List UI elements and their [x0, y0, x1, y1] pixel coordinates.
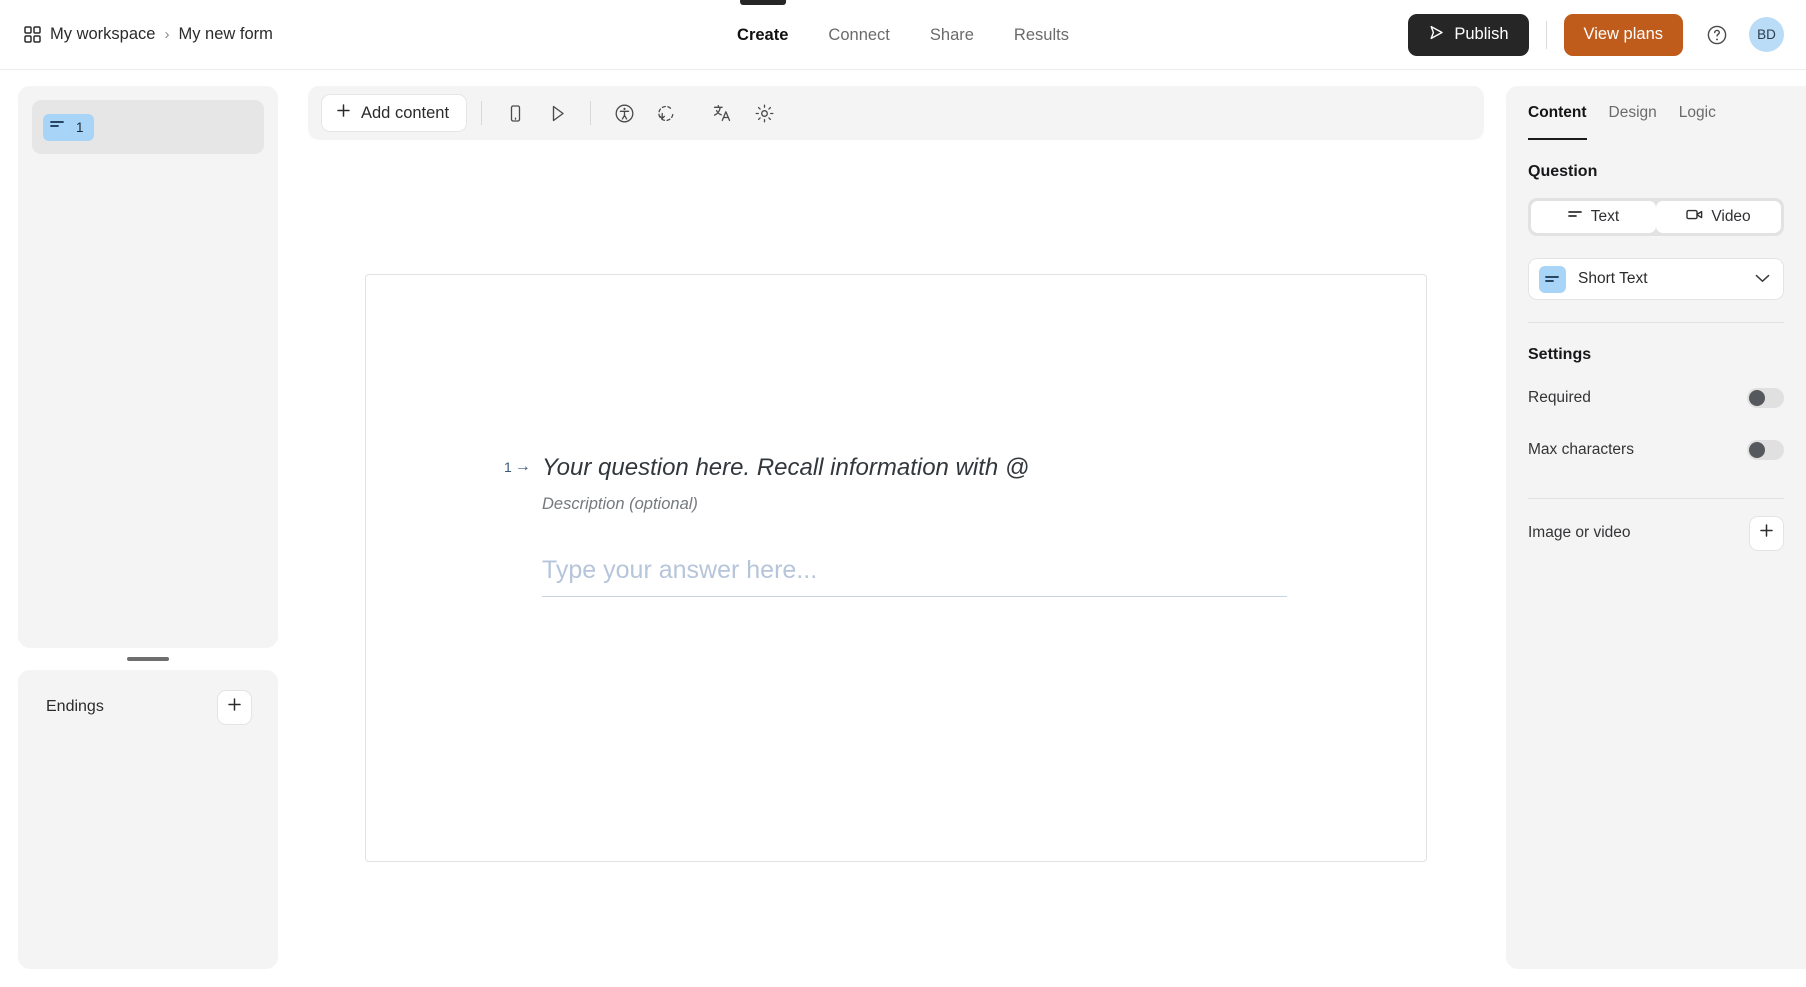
- panel-divider-2: [1528, 498, 1784, 499]
- segment-text[interactable]: Text: [1531, 201, 1656, 233]
- center-canvas-area: Add content: [296, 70, 1506, 987]
- tab-design[interactable]: Design: [1609, 86, 1657, 140]
- form-preview-wrap: 1 → Your question here. Recall informati…: [308, 140, 1484, 987]
- form-preview-card: 1 → Your question here. Recall informati…: [365, 274, 1427, 862]
- question-media-toggle: Text Video: [1528, 198, 1784, 236]
- segment-video[interactable]: Video: [1656, 201, 1781, 233]
- breadcrumb: My workspace › My new form: [0, 25, 273, 44]
- help-circle-icon[interactable]: [1699, 17, 1735, 53]
- app-header: My workspace › My new form Create Connec…: [0, 0, 1806, 70]
- setting-label-max-characters: Max characters: [1528, 441, 1634, 459]
- media-row-label: Image or video: [1528, 524, 1631, 542]
- endings-panel: Endings: [18, 670, 278, 969]
- question-list-item-1[interactable]: 1: [32, 100, 264, 154]
- panel-resize-grip[interactable]: [18, 648, 278, 670]
- tab-content[interactable]: Content: [1528, 86, 1587, 140]
- media-row: Image or video: [1528, 511, 1784, 555]
- short-text-icon: [50, 118, 65, 136]
- endings-header: Endings: [34, 686, 262, 728]
- question-description-input[interactable]: Description (optional): [542, 495, 1276, 514]
- left-sidebar: 1 Endings: [0, 70, 296, 987]
- plus-icon: [336, 103, 351, 123]
- question-title-input[interactable]: Your question here. Recall information w…: [542, 453, 1029, 483]
- add-content-label: Add content: [361, 104, 449, 123]
- plus-icon: [227, 697, 242, 717]
- translate-icon[interactable]: [703, 94, 741, 132]
- questions-panel: 1: [18, 86, 278, 648]
- send-play-icon: [1428, 24, 1445, 46]
- video-camera-icon: [1686, 208, 1703, 226]
- question-section-title: Question: [1528, 163, 1784, 181]
- toolbar-divider: [481, 101, 482, 125]
- question-block: 1 → Your question here. Recall informati…: [504, 453, 1276, 597]
- toggle-max-characters[interactable]: [1747, 440, 1784, 460]
- plus-icon: [1759, 523, 1774, 543]
- toggle-knob: [1749, 442, 1765, 458]
- short-text-icon: [1568, 208, 1583, 226]
- setting-row-required: Required: [1528, 372, 1784, 424]
- question-type-select[interactable]: Short Text: [1528, 258, 1784, 300]
- question-number: 1: [76, 120, 84, 135]
- breadcrumb-form-name[interactable]: My new form: [178, 25, 272, 44]
- header-actions: Publish View plans BD: [1408, 14, 1806, 56]
- question-type-label: Short Text: [1578, 270, 1743, 288]
- arrow-right-icon: →: [515, 458, 531, 476]
- settings-section-title: Settings: [1528, 346, 1784, 364]
- main-nav-tabs: Create Connect Share Results: [735, 0, 1071, 70]
- short-text-icon: [1539, 266, 1566, 293]
- canvas-toolbar: Add content: [308, 86, 1484, 140]
- nav-tab-share[interactable]: Share: [928, 0, 976, 70]
- chevron-down-icon: [1755, 270, 1770, 288]
- breadcrumb-workspace[interactable]: My workspace: [50, 25, 155, 44]
- panel-divider-1: [1528, 322, 1784, 323]
- settings-gear-icon[interactable]: [745, 94, 783, 132]
- add-ending-button[interactable]: [217, 690, 252, 725]
- toolbar-divider-2: [590, 101, 591, 125]
- grid-icon: [24, 26, 41, 43]
- right-settings-panel: Content Design Logic Question Text: [1506, 86, 1806, 969]
- toggle-required[interactable]: [1747, 388, 1784, 408]
- accessibility-icon[interactable]: [605, 94, 643, 132]
- play-preview-icon[interactable]: [538, 94, 576, 132]
- nav-tab-create[interactable]: Create: [735, 0, 790, 70]
- view-plans-button[interactable]: View plans: [1564, 14, 1684, 56]
- nav-tab-results[interactable]: Results: [1012, 0, 1071, 70]
- add-content-button[interactable]: Add content: [321, 94, 467, 132]
- question-line: 1 → Your question here. Recall informati…: [504, 453, 1276, 483]
- app-body: 1 Endings: [0, 70, 1806, 987]
- toggle-knob: [1749, 390, 1765, 406]
- segment-text-label: Text: [1591, 208, 1619, 226]
- question-type-badge: 1: [43, 114, 94, 141]
- answer-input-field[interactable]: Type your answer here...: [542, 556, 1287, 597]
- question-index: 1: [504, 459, 512, 475]
- header-divider: [1546, 21, 1547, 49]
- answer-placeholder: Type your answer here...: [542, 556, 817, 584]
- publish-button-label: Publish: [1454, 25, 1508, 44]
- setting-label-required: Required: [1528, 389, 1591, 407]
- user-avatar[interactable]: BD: [1749, 17, 1784, 52]
- segment-video-label: Video: [1711, 208, 1750, 226]
- nav-tab-connect[interactable]: Connect: [826, 0, 891, 70]
- mobile-preview-icon[interactable]: [496, 94, 534, 132]
- right-panel-tabs: Content Design Logic: [1528, 86, 1784, 140]
- breadcrumb-separator: ›: [164, 26, 169, 43]
- publish-button[interactable]: Publish: [1408, 14, 1528, 56]
- question-number-marker: 1 →: [504, 458, 542, 476]
- resize-grip-bar: [127, 657, 169, 661]
- undo-redo-icon[interactable]: [647, 94, 685, 132]
- endings-title: Endings: [46, 698, 104, 716]
- tab-logic[interactable]: Logic: [1679, 86, 1716, 140]
- setting-row-max-characters: Max characters: [1528, 424, 1784, 476]
- add-image-or-video-button[interactable]: [1749, 516, 1784, 551]
